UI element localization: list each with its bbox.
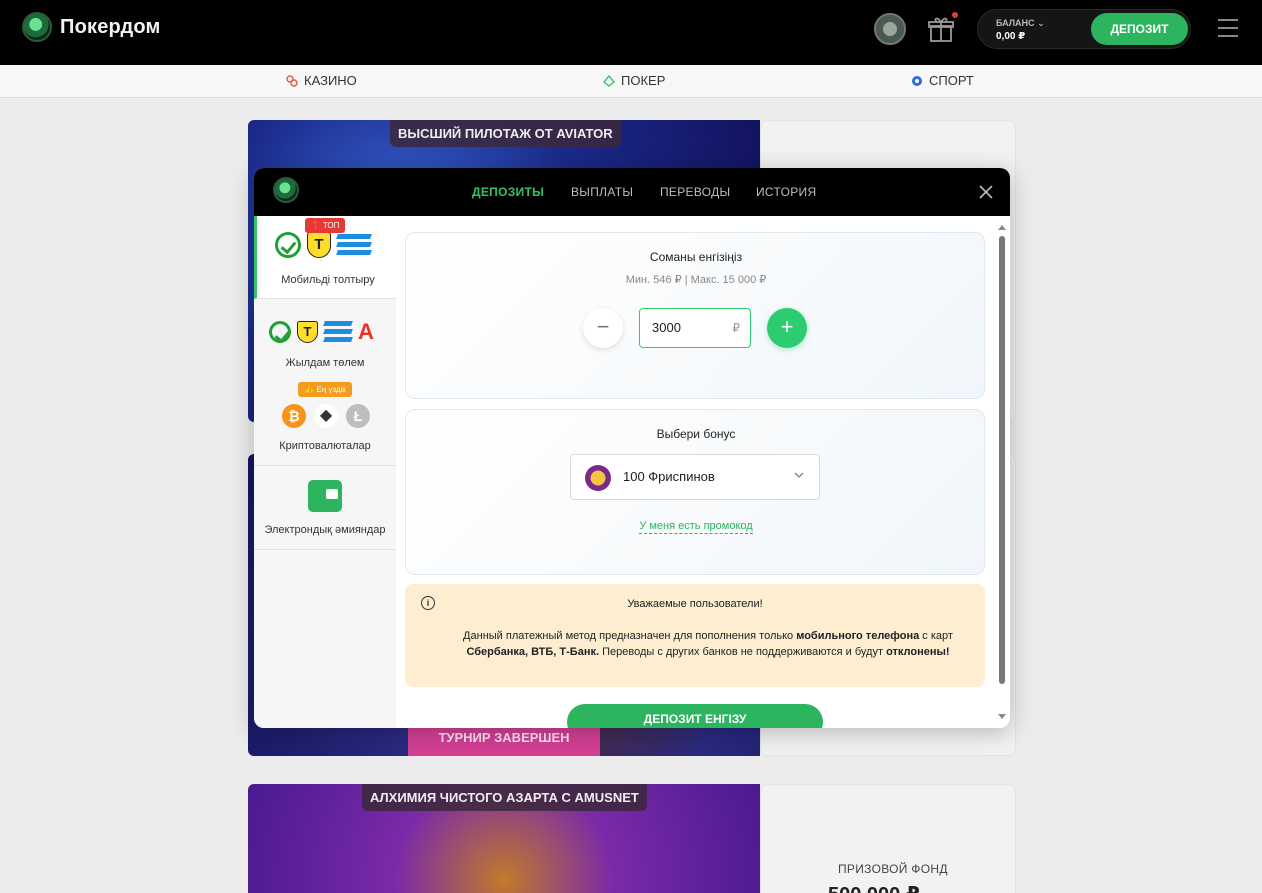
method-label: Криптовалюталар [279,440,371,452]
scroll-up-icon[interactable] [998,224,1006,230]
balance-value: 0,00 ₽ [996,31,1026,42]
chevron-down-icon [794,472,804,478]
tab-deposits[interactable]: ДЕПОЗИТЫ [472,185,544,199]
amount-title: Соманы енгізіңіз [649,250,743,264]
main-nav: КАЗИНО ПОКЕР СПОРТ [0,65,1262,98]
nav-item-casino[interactable]: КАЗИНО [286,73,357,88]
logo-mark-icon [273,177,299,203]
casino-icon [286,74,298,87]
sber-icon [269,321,291,343]
warning-notice: i Уважаемые пользователи! Данный платежн… [405,584,985,687]
amount-panel: Соманы енгізіңіз Мин. 546 ₽ | Макс. 15 0… [405,232,985,399]
nav-label: СПОРТ [929,73,974,88]
promo-banner-amusnet[interactable]: АЛХИМИЯ ЧИСТОГО АЗАРТА С AMUSNET [248,784,760,893]
bonus-panel: Выбери бонус 100 Фриспинов У меня есть п… [405,409,985,575]
best-badge: Ең үздік [316,385,346,394]
freespins-icon [585,465,611,491]
nav-item-sport[interactable]: СПОРТ [911,73,974,88]
menu-icon[interactable] [1218,19,1238,37]
poker-icon [603,74,615,87]
tab-withdrawals[interactable]: ВЫПЛАТЫ [571,185,633,199]
amount-limits: Мин. 546 ₽ | Макс. 15 000 ₽ [625,274,767,286]
nav-item-poker[interactable]: ПОКЕР [603,73,665,88]
scrollbar[interactable] [998,224,1006,722]
pin-icon: 📍 [310,221,321,230]
currency-symbol: ₽ [732,321,740,335]
scroll-down-icon[interactable] [998,714,1006,720]
litecoin-icon: Ł [346,404,370,428]
bonus-select[interactable]: 100 Фриспинов [570,454,820,500]
nav-label: КАЗИНО [304,73,357,88]
decrease-amount-button[interactable]: − [583,308,623,348]
warning-body: Данный платежный метод предназначен для … [463,630,953,658]
notification-dot [952,12,958,18]
bonus-title: Выбери бонус [656,427,736,441]
promo-card-side [760,784,1016,893]
banner-title: ВЫСШИЙ ПИЛОТАЖ ОТ AVIATOR [390,120,621,147]
gift-icon[interactable] [928,15,954,43]
close-icon[interactable] [978,184,994,200]
balance-widget[interactable]: БАЛАНС ⌄ 0,00 ₽ ДЕПОЗИТ [977,9,1191,49]
vtb-icon [336,234,372,256]
avatar[interactable] [874,13,906,45]
tbank-icon: Т [307,232,331,258]
modal-header: ДЕПОЗИТЫ ВЫПЛАТЫ ПЕРЕВОДЫ ИСТОРИЯ [254,168,1010,216]
deposit-form: Соманы енгізіңіз Мин. 546 ₽ | Макс. 15 0… [396,216,996,728]
sport-icon [912,75,922,86]
top-badge: ТОП [322,221,340,230]
chevron-down-icon: ⌄ [1037,18,1045,28]
increase-amount-button[interactable]: + [767,308,807,348]
amount-value: 3000 [652,320,681,335]
balance-label: БАЛАНС [996,18,1035,28]
bonus-selected: 100 Фриспинов [623,469,715,484]
tab-history[interactable]: ИСТОРИЯ [756,185,816,199]
method-label: Мобильді толтыру [281,274,375,286]
promo-code-link[interactable]: У меня есть промокод [639,520,753,534]
scrollbar-thumb[interactable] [999,236,1005,684]
tbank-icon: Т [297,321,318,343]
thumbs-up-icon: 👍 [304,385,315,394]
amount-input[interactable]: 3000 ₽ [639,308,751,348]
method-label: Жылдам төлем [285,357,365,369]
top-header: Покердом БАЛАНС ⌄ 0,00 ₽ ДЕПОЗИТ [0,0,1262,65]
brand-name: Покердом [60,15,161,38]
brand-logo[interactable]: Покердом [22,12,161,42]
prize-fund-label: ПРИЗОВОЙ ФОНД [838,862,948,876]
sber-icon [275,232,301,258]
bitcoin-icon: ₿ [282,404,306,428]
payment-methods-sidebar: Т Мобильді толтыру Т А Жылдам төлем 📍 ТО… [254,216,396,728]
alfa-icon: А [358,319,374,344]
warning-title: Уважаемые пользователи! [627,598,763,610]
prize-fund-value: 500 000 ₽ [828,882,920,893]
deposit-button[interactable]: ДЕПОЗИТ [1091,13,1188,45]
method-e-wallets[interactable]: Электрондық әмияндар [254,466,396,550]
banner-title: АЛХИМИЯ ЧИСТОГО АЗАРТА С AMUSNET [362,784,647,811]
vtb-icon [323,321,353,343]
submit-deposit-button[interactable]: ДЕПОЗИТ ЕНГІЗУ [567,704,823,728]
wallet-icon [308,480,342,512]
method-label: Электрондық әмияндар [264,524,386,536]
cashier-modal: ДЕПОЗИТЫ ВЫПЛАТЫ ПЕРЕВОДЫ ИСТОРИЯ Т Моби… [254,168,1010,728]
logo-mark-icon [22,12,52,42]
ethereum-icon: ◆ [314,404,338,428]
tab-transfers[interactable]: ПЕРЕВОДЫ [660,185,730,199]
nav-label: ПОКЕР [621,73,666,88]
